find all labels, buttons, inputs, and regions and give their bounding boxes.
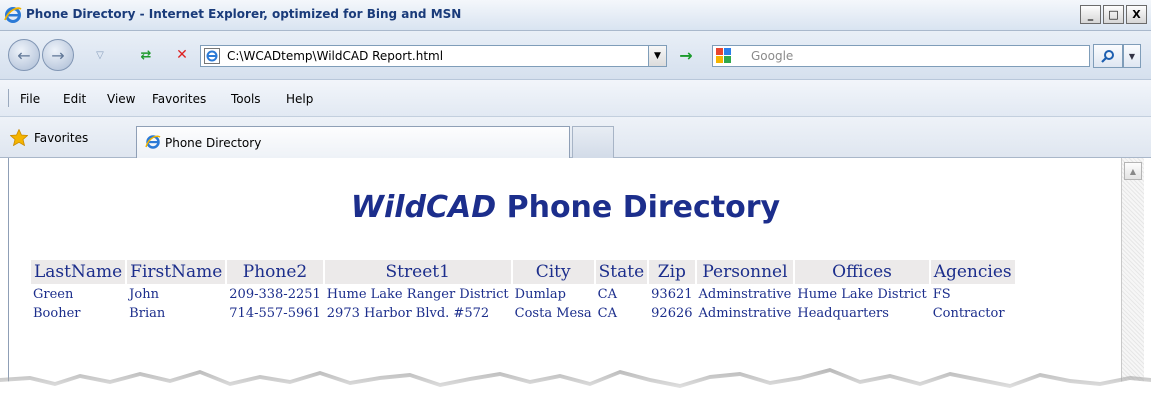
search-options-dropdown[interactable]: ▼ bbox=[1123, 44, 1141, 68]
tab-phone-directory[interactable]: Phone Directory bbox=[136, 126, 570, 158]
back-button[interactable]: ← bbox=[8, 39, 40, 71]
search-field[interactable]: Google bbox=[712, 45, 1090, 67]
triangle-down-icon: ▼ bbox=[654, 51, 661, 61]
star-icon bbox=[10, 129, 28, 146]
menu-tools[interactable]: Tools bbox=[231, 92, 261, 106]
go-button[interactable]: → bbox=[676, 45, 696, 65]
cell-phone2: 209-338-2251 bbox=[229, 287, 321, 302]
back-arrow-icon: ← bbox=[17, 45, 31, 65]
history-dropdown-button[interactable]: ▽ bbox=[90, 45, 110, 65]
cell-offices: Headquarters bbox=[797, 306, 889, 321]
tab-label: Phone Directory bbox=[165, 136, 262, 150]
cell-firstname: John bbox=[129, 287, 159, 302]
new-tab-button[interactable] bbox=[572, 126, 614, 158]
google-logo-icon bbox=[716, 48, 731, 63]
cell-zip: 92626 bbox=[651, 306, 693, 321]
cell-state: CA bbox=[597, 306, 617, 321]
url-text: C:\WCADtemp\WildCAD Report.html bbox=[227, 49, 444, 63]
column-header-lastname: LastName bbox=[31, 260, 126, 284]
cell-zip: 93621 bbox=[651, 287, 693, 302]
cell-personnel: Adminstrative bbox=[698, 306, 792, 321]
cell-lastname: Green bbox=[33, 287, 74, 302]
column-header-city: City bbox=[512, 260, 594, 284]
favorites-button[interactable]: Favorites bbox=[10, 129, 88, 146]
chevron-down-icon: ▽ bbox=[96, 49, 104, 61]
search-button[interactable] bbox=[1093, 44, 1123, 68]
triangle-up-icon: ▲ bbox=[1129, 166, 1137, 176]
internet-explorer-page-icon bbox=[204, 48, 220, 64]
go-arrow-icon: → bbox=[679, 45, 693, 65]
triangle-down-icon: ▼ bbox=[1128, 51, 1136, 61]
internet-explorer-icon bbox=[145, 135, 161, 149]
forward-arrow-icon: → bbox=[51, 45, 65, 65]
address-field[interactable]: C:\WCADtemp\WildCAD Report.html ▼ bbox=[200, 45, 667, 67]
page-title: WildCAD Phone Directory bbox=[9, 190, 1122, 225]
forward-button[interactable]: → bbox=[42, 39, 74, 71]
stop-button[interactable]: ✕ bbox=[172, 45, 192, 65]
favorites-bar: Favorites Phone Directory bbox=[0, 117, 1151, 158]
column-header-state: State bbox=[595, 260, 648, 284]
table-row: Green John 209-338-2251 Hume Lake Ranger… bbox=[31, 286, 1015, 303]
cell-state: CA bbox=[597, 287, 617, 302]
column-header-firstname: FirstName bbox=[127, 260, 226, 284]
cell-lastname: Booher bbox=[33, 306, 81, 321]
column-header-agencies: Agencies bbox=[930, 260, 1015, 284]
table-row: Booher Brian 714-557-5961 2973 Harbor Bl… bbox=[31, 305, 1015, 322]
magnifier-icon bbox=[1101, 50, 1114, 63]
column-header-personnel: Personnel bbox=[696, 260, 794, 284]
page-title-rest: Phone Directory bbox=[496, 190, 781, 225]
address-dropdown-button[interactable]: ▼ bbox=[648, 46, 666, 66]
cell-street1: Hume Lake Ranger District bbox=[326, 287, 509, 302]
internet-explorer-icon bbox=[4, 7, 22, 23]
refresh-icon: ⇄ bbox=[140, 47, 152, 63]
menu-bar: File Edit View Favorites Tools Help bbox=[0, 80, 1151, 117]
menu-favorites[interactable]: Favorites bbox=[152, 92, 206, 106]
menu-edit[interactable]: Edit bbox=[63, 92, 86, 106]
cell-agencies: Contractor bbox=[932, 306, 1005, 321]
cell-personnel: Adminstrative bbox=[698, 287, 792, 302]
page-title-brand: WildCAD bbox=[350, 190, 497, 225]
address-bar: ← → ▽ ⇄ ✕ C:\WCADtemp\WildCAD Report.htm… bbox=[0, 31, 1151, 80]
phone-directory-table: LastName FirstName Phone2 Street1 City S… bbox=[29, 258, 1017, 324]
column-header-phone2: Phone2 bbox=[227, 260, 323, 284]
cell-agencies: FS bbox=[932, 287, 951, 302]
window-title: Phone Directory - Internet Explorer, opt… bbox=[26, 7, 462, 21]
cell-city: Costa Mesa bbox=[514, 306, 592, 321]
scroll-up-button[interactable]: ▲ bbox=[1124, 162, 1142, 180]
column-header-street1: Street1 bbox=[324, 260, 511, 284]
toolbar-grip bbox=[8, 89, 11, 107]
cell-offices: Hume Lake District bbox=[797, 287, 927, 302]
title-bar: Phone Directory - Internet Explorer, opt… bbox=[0, 0, 1151, 31]
menu-file[interactable]: File bbox=[20, 92, 40, 106]
cell-street1: 2973 Harbor Blvd. #572 bbox=[326, 306, 490, 321]
minimize-button[interactable]: _ bbox=[1080, 5, 1101, 24]
cell-firstname: Brian bbox=[129, 306, 166, 321]
close-button[interactable]: X bbox=[1126, 5, 1147, 24]
favorites-label: Favorites bbox=[34, 130, 89, 145]
stop-icon: ✕ bbox=[176, 47, 188, 63]
menu-view[interactable]: View bbox=[107, 92, 135, 106]
cell-city: Dumlap bbox=[514, 287, 567, 302]
column-header-zip: Zip bbox=[649, 260, 695, 284]
refresh-button[interactable]: ⇄ bbox=[136, 45, 156, 65]
menu-help[interactable]: Help bbox=[286, 92, 313, 106]
table-header-row: LastName FirstName Phone2 Street1 City S… bbox=[31, 260, 1015, 284]
maximize-button[interactable]: □ bbox=[1103, 5, 1124, 24]
column-header-offices: Offices bbox=[795, 260, 929, 284]
cell-phone2: 714-557-5961 bbox=[229, 306, 321, 321]
torn-edge-decoration bbox=[0, 368, 1151, 402]
search-placeholder: Google bbox=[751, 49, 794, 63]
